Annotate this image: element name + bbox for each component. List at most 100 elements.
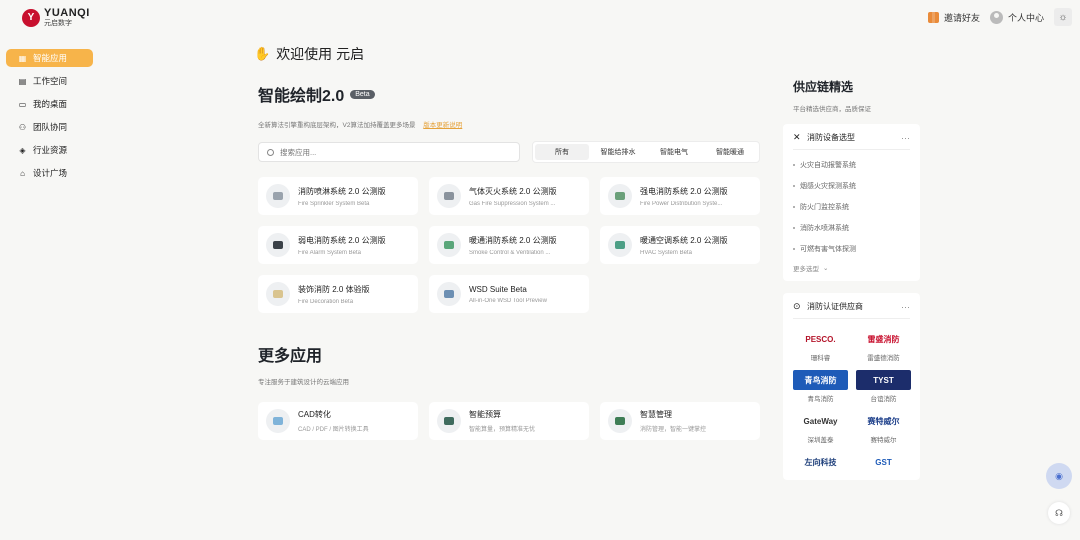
welcome-heading: ✋ 欢迎使用 元启 — [254, 44, 760, 64]
supplier-name: 珊科睿 — [810, 355, 831, 362]
main-content: ✋ 欢迎使用 元启 智能绘制2.0 Beta 全新算法引擎重构底层架构，V2算法… — [254, 44, 760, 440]
sidebar-item-workspace[interactable]: ▤ 工作空间 — [6, 72, 93, 90]
equipment-item[interactable]: 可燃有害气体探测 — [793, 244, 910, 254]
eye-float-button[interactable]: ◉ — [1046, 463, 1072, 489]
management-screen-icon — [608, 409, 632, 433]
app-card-fire-alarm[interactable]: 弱电消防系统 2.0 公测版 Fire Alarm System Beta — [258, 226, 418, 264]
decoration-icon — [266, 282, 290, 306]
eye-icon: ◉ — [1055, 470, 1063, 481]
sun-icon: ☼ — [1058, 11, 1068, 23]
sidebar-item-label: 团队协同 — [33, 122, 68, 132]
app-card-fire-sprinkler[interactable]: 消防喷淋系统 2.0 公测版 Fire Sprinkler System Beta — [258, 177, 418, 215]
app-subtitle: Fire Decoration Beta — [298, 298, 354, 305]
equipment-item[interactable]: 消防水喷淋系统 — [793, 223, 910, 233]
equipment-item-label: 可燃有害气体探测 — [800, 246, 856, 253]
supplier-name: 台谊消防 — [870, 396, 897, 403]
app-card-smart-budget[interactable]: 智能预算 智能算量，预算精准无忧 — [429, 402, 589, 440]
workspace-icon: ▤ — [18, 76, 27, 86]
app-card-fire-decoration[interactable]: 装饰消防 2.0 体验版 Fire Decoration Beta — [258, 275, 418, 313]
search-icon — [267, 148, 274, 156]
waving-hand-icon: ✋ — [254, 46, 271, 61]
supply-chain-subtitle: 平台精选供应商，品质保证 — [793, 106, 871, 113]
alarm-panel-icon — [266, 233, 290, 257]
equipment-item[interactable]: 防火门监控系统 — [793, 202, 910, 212]
app-title: 气体灭火系统 2.0 公测版 — [469, 186, 557, 196]
section-desc-text: 全新算法引擎重构底层架构，V2算法加持覆盖更多场景 — [258, 122, 416, 129]
supplier-logo: 雷盛消防 — [867, 334, 900, 344]
app-card-fire-power[interactable]: 强电消防系统 2.0 公测版 Fire Power Distribution Sy… — [600, 177, 760, 215]
supplier-pesco[interactable]: PESCO. 珊科睿 — [793, 329, 848, 363]
app-subtitle: Fire Power Distribution Syste... — [640, 200, 723, 207]
app-subtitle: Fire Sprinkler System Beta — [298, 200, 370, 207]
equipment-item[interactable]: 火灾自动报警系统 — [793, 160, 910, 170]
supplier-sitewell[interactable]: 赛特威尔 赛特威尔 — [856, 411, 911, 445]
more-options-icon[interactable]: ··· — [901, 302, 910, 312]
supplier-gst[interactable]: GST — [856, 452, 911, 472]
sidebar-item-resources[interactable]: ◈ 行业资源 — [6, 141, 93, 159]
supplier-leisheng[interactable]: 雷盛消防 雷盛德消防 — [856, 329, 911, 363]
search-input[interactable] — [278, 146, 508, 158]
sidebar-item-team[interactable]: ⚇ 团队协同 — [6, 118, 93, 136]
supplier-logo: 赛特威尔 — [867, 416, 900, 426]
sidebar-item-desktop[interactable]: ▭ 我的桌面 — [6, 95, 93, 113]
chevron-down-icon: ⌄ — [823, 265, 829, 272]
supplier-zuoxiang[interactable]: 左向科技 — [793, 452, 848, 472]
supply-chain-title: 供应链精选 — [793, 80, 854, 94]
app-card-cad-convert[interactable]: CAD转化 CAD / PDF / 图片转换工具 — [258, 402, 418, 440]
supplier-logo: 左向科技 — [804, 457, 837, 467]
more-selection-label: 更多选型 — [793, 266, 819, 273]
app-title: WSD Suite Beta — [469, 284, 527, 294]
app-card-hvac[interactable]: 暖通空调系统 2.0 公测版 HVAC System Beta — [600, 226, 760, 264]
supplier-tyst[interactable]: TYST 台谊消防 — [856, 370, 911, 403]
equipment-item[interactable]: 烟感火灾探测系统 — [793, 181, 910, 191]
sidebar-item-label: 行业资源 — [33, 145, 68, 155]
filter-all[interactable]: 所有 — [535, 144, 589, 160]
box-title: 消防认证供应商 — [807, 302, 863, 311]
user-icon — [989, 10, 1003, 24]
brand-logo[interactable]: Y YUANQI 元启数字 — [22, 8, 90, 27]
more-options-icon[interactable]: ··· — [901, 133, 910, 143]
equipment-item-label: 防火门监控系统 — [800, 204, 849, 211]
hvac-unit-icon — [608, 233, 632, 257]
supplier-logo: GST — [875, 457, 892, 467]
sidebar: ▦ 智能应用 ▤ 工作空间 ▭ 我的桌面 ⚇ 团队协同 ◈ 行业资源 ⌂ 设计广场 — [6, 49, 93, 187]
sidebar-item-design-square[interactable]: ⌂ 设计广场 — [6, 164, 93, 182]
box-title: 消防设备选型 — [807, 133, 855, 142]
support-float-button[interactable]: ☊ — [1048, 502, 1070, 524]
app-card-smart-management[interactable]: 智慧管理 消防管理，智能一键掌控 — [600, 402, 760, 440]
app-title: 强电消防系统 2.0 公测版 — [640, 186, 728, 196]
logo-cn: 元启数字 — [44, 20, 72, 27]
more-apps-title: 更多应用 — [258, 348, 323, 365]
team-icon: ⚇ — [18, 122, 27, 132]
filter-plumbing[interactable]: 智能给排水 — [591, 144, 645, 160]
headset-icon: ☊ — [1055, 507, 1063, 518]
more-apps-desc: 专注服务于建筑设计的云端应用 — [258, 379, 349, 386]
theme-toggle-button[interactable]: ☼ — [1054, 8, 1072, 26]
invite-friends-button[interactable]: 邀请好友 — [927, 11, 980, 24]
sidebar-item-label: 智能应用 — [33, 53, 68, 63]
filter-hvac[interactable]: 智能暖通 — [703, 144, 757, 160]
supplier-qingniao[interactable]: 青鸟消防 青鸟消防 — [793, 370, 848, 403]
power-panel-icon — [608, 184, 632, 208]
search-box[interactable] — [258, 142, 520, 162]
app-subtitle: CAD / PDF / 图片转换工具 — [298, 427, 369, 433]
profile-label: 个人中心 — [1007, 12, 1044, 23]
equipment-item-label: 烟感火灾探测系统 — [800, 183, 856, 190]
app-card-smoke-control[interactable]: 暖通消防系统 2.0 公测版 Smoke Control & Ventilatio… — [429, 226, 589, 264]
category-filter: 所有 智能给排水 智能电气 智能暖通 — [532, 141, 760, 163]
ventilation-icon — [437, 233, 461, 257]
app-card-gas-suppression[interactable]: 气体灭火系统 2.0 公测版 Gas Fire Suppression Syste… — [429, 177, 589, 215]
app-card-wsd-suite[interactable]: WSD Suite Beta All-in-One WSD Tool Previe… — [429, 275, 589, 313]
more-selection-link[interactable]: 更多选型 ⌄ — [793, 263, 910, 273]
more-app-grid: CAD转化 CAD / PDF / 图片转换工具 智能预算 智能算量，预算精准无忧 … — [258, 402, 760, 440]
equipment-selection-box: ✕ 消防设备选型 ··· 火灾自动报警系统 烟感火灾探测系统 防火门监控系统 消防… — [783, 124, 920, 281]
section-title-text: 智能绘制2.0 — [258, 88, 345, 105]
sidebar-item-smart-apps[interactable]: ▦ 智能应用 — [6, 49, 93, 67]
supplier-gateway[interactable]: GateWay 深圳盖泰 — [793, 411, 848, 445]
filter-electrical[interactable]: 智能电气 — [647, 144, 701, 160]
cad-convert-icon — [266, 409, 290, 433]
release-notes-link[interactable]: 版本更新说明 — [423, 122, 462, 129]
app-title: CAD转化 — [298, 410, 331, 419]
profile-button[interactable]: 个人中心 — [989, 10, 1044, 24]
supplier-logo: PESCO. — [805, 334, 836, 344]
